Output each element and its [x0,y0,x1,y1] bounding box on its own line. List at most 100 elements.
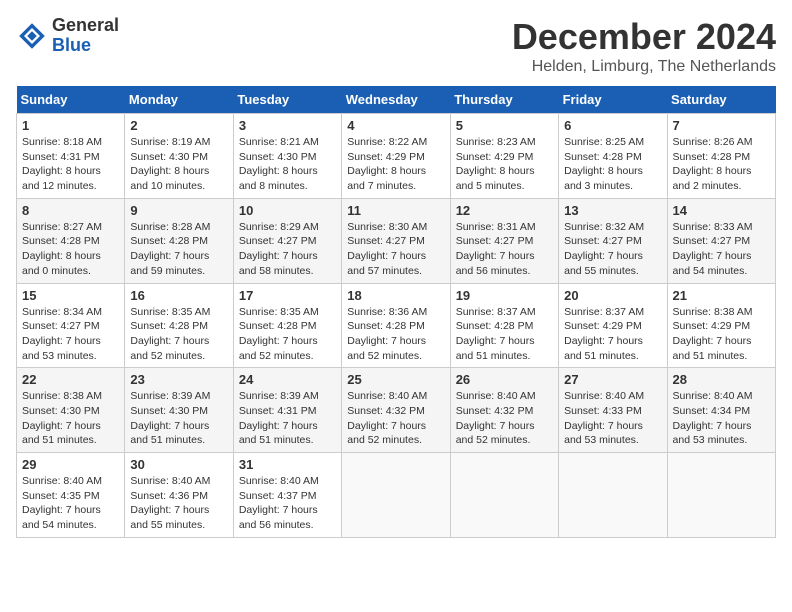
calendar-header-tuesday: Tuesday [233,86,341,114]
calendar-cell: 7 Sunrise: 8:26 AMSunset: 4:28 PMDaylight… [667,114,775,199]
calendar-cell: 19Sunrise: 8:37 AMSunset: 4:28 PMDayligh… [450,283,558,368]
day-info: Sunrise: 8:25 AMSunset: 4:28 PMDaylight:… [564,135,661,194]
day-info: Sunrise: 8:35 AMSunset: 4:28 PMDaylight:… [239,305,336,364]
day-info: Sunrise: 8:37 AMSunset: 4:28 PMDaylight:… [456,305,553,364]
day-info: Sunrise: 8:40 AMSunset: 4:37 PMDaylight:… [239,474,336,533]
day-info: Sunrise: 8:40 AMSunset: 4:34 PMDaylight:… [673,389,770,448]
calendar-header-saturday: Saturday [667,86,775,114]
logo-text: General Blue [52,16,119,56]
day-info: Sunrise: 8:23 AMSunset: 4:29 PMDaylight:… [456,135,553,194]
calendar-header-wednesday: Wednesday [342,86,450,114]
day-info: Sunrise: 8:29 AMSunset: 4:27 PMDaylight:… [239,220,336,279]
calendar-cell: 2Sunrise: 8:19 AMSunset: 4:30 PMDaylight… [125,114,233,199]
day-info: Sunrise: 8:30 AMSunset: 4:27 PMDaylight:… [347,220,444,279]
calendar-cell: 29 Sunrise: 8:40 AMSunset: 4:35 PMDayligh… [17,453,125,538]
calendar-cell: 10 Sunrise: 8:29 AMSunset: 4:27 PMDayligh… [233,198,341,283]
calendar-cell: 18 Sunrise: 8:36 AMSunset: 4:28 PMDayligh… [342,283,450,368]
calendar-cell: 5 Sunrise: 8:23 AMSunset: 4:29 PMDaylight… [450,114,558,199]
day-number: 23 [130,372,227,387]
calendar-cell: 31 Sunrise: 8:40 AMSunset: 4:37 PMDayligh… [233,453,341,538]
day-info: Sunrise: 8:40 AMSunset: 4:36 PMDaylight:… [130,474,227,533]
calendar-cell: 25 Sunrise: 8:40 AMSunset: 4:32 PMDayligh… [342,368,450,453]
day-number: 10 [239,203,336,218]
day-info: Sunrise: 8:18 AMSunset: 4:31 PMDaylight:… [22,135,119,194]
day-info: Sunrise: 8:40 AMSunset: 4:35 PMDaylight:… [22,474,119,533]
day-info: Sunrise: 8:39 AMSunset: 4:30 PMDaylight:… [130,389,227,448]
calendar-cell: 20Sunrise: 8:37 AMSunset: 4:29 PMDayligh… [559,283,667,368]
calendar-week-1: 1 Sunrise: 8:18 AMSunset: 4:31 PMDaylight… [17,114,776,199]
calendar-week-4: 22 Sunrise: 8:38 AMSunset: 4:30 PMDayligh… [17,368,776,453]
calendar-cell: 22 Sunrise: 8:38 AMSunset: 4:30 PMDayligh… [17,368,125,453]
calendar-table: SundayMondayTuesdayWednesdayThursdayFrid… [16,86,776,538]
month-title: December 2024 [512,16,776,58]
calendar-cell [559,453,667,538]
calendar-week-5: 29 Sunrise: 8:40 AMSunset: 4:35 PMDayligh… [17,453,776,538]
day-info: Sunrise: 8:26 AMSunset: 4:28 PMDaylight:… [673,135,770,194]
calendar-cell: 21 Sunrise: 8:38 AMSunset: 4:29 PMDayligh… [667,283,775,368]
day-number: 9 [130,203,227,218]
day-number: 15 [22,288,119,303]
calendar-cell: 6Sunrise: 8:25 AMSunset: 4:28 PMDaylight… [559,114,667,199]
day-info: Sunrise: 8:34 AMSunset: 4:27 PMDaylight:… [22,305,119,364]
day-number: 5 [456,118,553,133]
calendar-cell: 4 Sunrise: 8:22 AMSunset: 4:29 PMDaylight… [342,114,450,199]
day-info: Sunrise: 8:38 AMSunset: 4:30 PMDaylight:… [22,389,119,448]
calendar-cell: 28 Sunrise: 8:40 AMSunset: 4:34 PMDayligh… [667,368,775,453]
title-block: December 2024 Helden, Limburg, The Nethe… [512,16,776,76]
day-info: Sunrise: 8:40 AMSunset: 4:33 PMDaylight:… [564,389,661,448]
calendar-cell: 30 Sunrise: 8:40 AMSunset: 4:36 PMDayligh… [125,453,233,538]
day-info: Sunrise: 8:31 AMSunset: 4:27 PMDaylight:… [456,220,553,279]
day-info: Sunrise: 8:32 AMSunset: 4:27 PMDaylight:… [564,220,661,279]
day-info: Sunrise: 8:40 AMSunset: 4:32 PMDaylight:… [347,389,444,448]
calendar-cell [667,453,775,538]
day-number: 21 [673,288,770,303]
location-title: Helden, Limburg, The Netherlands [512,58,776,76]
day-number: 14 [673,203,770,218]
calendar-cell [342,453,450,538]
day-info: Sunrise: 8:35 AMSunset: 4:28 PMDaylight:… [130,305,227,364]
calendar-header-monday: Monday [125,86,233,114]
day-info: Sunrise: 8:21 AMSunset: 4:30 PMDaylight:… [239,135,336,194]
calendar-cell [450,453,558,538]
day-number: 25 [347,372,444,387]
day-number: 8 [22,203,119,218]
day-number: 16 [130,288,227,303]
day-info: Sunrise: 8:28 AMSunset: 4:28 PMDaylight:… [130,220,227,279]
day-info: Sunrise: 8:27 AMSunset: 4:28 PMDaylight:… [22,220,119,279]
day-number: 13 [564,203,661,218]
calendar-cell: 26Sunrise: 8:40 AMSunset: 4:32 PMDayligh… [450,368,558,453]
day-info: Sunrise: 8:33 AMSunset: 4:27 PMDaylight:… [673,220,770,279]
day-number: 12 [456,203,553,218]
day-number: 30 [130,457,227,472]
calendar-week-3: 15 Sunrise: 8:34 AMSunset: 4:27 PMDayligh… [17,283,776,368]
day-number: 22 [22,372,119,387]
day-number: 11 [347,203,444,218]
day-number: 24 [239,372,336,387]
day-number: 20 [564,288,661,303]
day-number: 26 [456,372,553,387]
day-number: 18 [347,288,444,303]
calendar-header-thursday: Thursday [450,86,558,114]
calendar-cell: 8 Sunrise: 8:27 AMSunset: 4:28 PMDaylight… [17,198,125,283]
calendar-cell: 24Sunrise: 8:39 AMSunset: 4:31 PMDayligh… [233,368,341,453]
day-number: 7 [673,118,770,133]
day-info: Sunrise: 8:36 AMSunset: 4:28 PMDaylight:… [347,305,444,364]
calendar-cell: 13 Sunrise: 8:32 AMSunset: 4:27 PMDayligh… [559,198,667,283]
calendar-cell: 27Sunrise: 8:40 AMSunset: 4:33 PMDayligh… [559,368,667,453]
calendar-cell: 9 Sunrise: 8:28 AMSunset: 4:28 PMDaylight… [125,198,233,283]
day-info: Sunrise: 8:22 AMSunset: 4:29 PMDaylight:… [347,135,444,194]
day-number: 28 [673,372,770,387]
logo: General Blue [16,16,119,56]
calendar-cell: 3 Sunrise: 8:21 AMSunset: 4:30 PMDaylight… [233,114,341,199]
day-number: 29 [22,457,119,472]
day-number: 1 [22,118,119,133]
calendar-header-friday: Friday [559,86,667,114]
day-number: 4 [347,118,444,133]
day-info: Sunrise: 8:38 AMSunset: 4:29 PMDaylight:… [673,305,770,364]
calendar-cell: 11 Sunrise: 8:30 AMSunset: 4:27 PMDayligh… [342,198,450,283]
day-number: 31 [239,457,336,472]
calendar-header-sunday: Sunday [17,86,125,114]
calendar-cell: 16 Sunrise: 8:35 AMSunset: 4:28 PMDayligh… [125,283,233,368]
day-number: 3 [239,118,336,133]
page-header: General Blue December 2024 Helden, Limbu… [16,16,776,76]
